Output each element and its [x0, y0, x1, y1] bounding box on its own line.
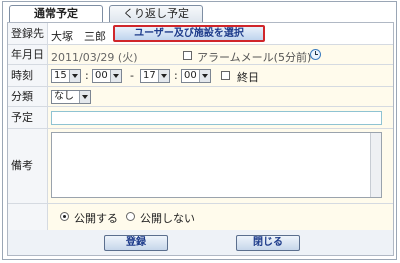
label-registrant: 登録先 — [8, 23, 48, 44]
schedule-window: 通常予定 くり返し予定 登録先 大塚 三郎 ユーザー及び施設を選択 年月日 20… — [2, 1, 397, 260]
registrant-name: 大塚 三郎 — [51, 30, 106, 43]
close-button[interactable]: 閉じる — [236, 235, 300, 251]
alarm-mail-checkbox[interactable] — [183, 51, 192, 60]
tab-recurring-schedule[interactable]: くり返し予定 — [109, 5, 203, 22]
register-button[interactable]: 登録 — [104, 235, 168, 251]
select-user-facility-button[interactable]: ユーザー及び施設を選択 — [113, 25, 265, 42]
alarm-mail-label: アラームメール(5分前) — [197, 51, 312, 64]
form-footer: 登録 閉じる — [8, 230, 393, 255]
start-hour-select[interactable]: 15 — [51, 69, 81, 83]
all-day-checkbox[interactable] — [221, 71, 230, 80]
label-notes: 備考 — [8, 129, 48, 203]
label-date: 年月日 — [8, 45, 48, 64]
row-title: 予定 — [8, 107, 393, 129]
label-title: 予定 — [8, 107, 48, 128]
end-minute-select[interactable]: 00 — [181, 69, 211, 83]
end-hour-select[interactable]: 17 — [140, 69, 170, 83]
public-radio[interactable] — [60, 212, 69, 221]
private-radio[interactable] — [126, 212, 135, 221]
chevron-down-icon — [69, 70, 80, 82]
row-category: 分類 なし — [8, 87, 393, 107]
public-label: 公開する — [74, 212, 118, 225]
private-label: 公開しない — [140, 212, 195, 225]
chevron-down-icon — [110, 70, 121, 82]
category-select[interactable]: なし — [51, 90, 91, 104]
tab-normal-schedule[interactable]: 通常予定 — [9, 5, 103, 23]
label-category: 分類 — [8, 87, 48, 106]
all-day-label: 終日 — [237, 71, 259, 84]
chevron-down-icon — [199, 70, 210, 82]
title-input[interactable] — [51, 111, 382, 125]
time-colon: : — [174, 69, 178, 82]
schedule-form: 登録先 大塚 三郎 ユーザー及び施設を選択 年月日 2011/03/29 (火)… — [7, 22, 394, 256]
time-range-dash: - — [130, 69, 134, 82]
row-time: 時刻 15 : 00 - 17 : 00 終日 — [8, 65, 393, 87]
chevron-down-icon — [79, 91, 90, 103]
label-time: 時刻 — [8, 65, 48, 86]
date-value: 2011/03/29 (火) — [51, 51, 138, 64]
notes-scrollbar[interactable] — [370, 133, 381, 197]
row-notes: 備考 — [8, 129, 393, 204]
chevron-down-icon — [158, 70, 169, 82]
notes-textarea[interactable] — [51, 132, 382, 198]
start-minute-select[interactable]: 00 — [92, 69, 122, 83]
row-registrant: 登録先 大塚 三郎 ユーザー及び施設を選択 — [8, 23, 393, 45]
alarm-clock-icon — [310, 49, 321, 60]
row-date: 年月日 2011/03/29 (火) アラームメール(5分前) — [8, 45, 393, 65]
row-visibility: 公開する 公開しない — [8, 204, 393, 230]
time-colon: : — [85, 69, 89, 82]
